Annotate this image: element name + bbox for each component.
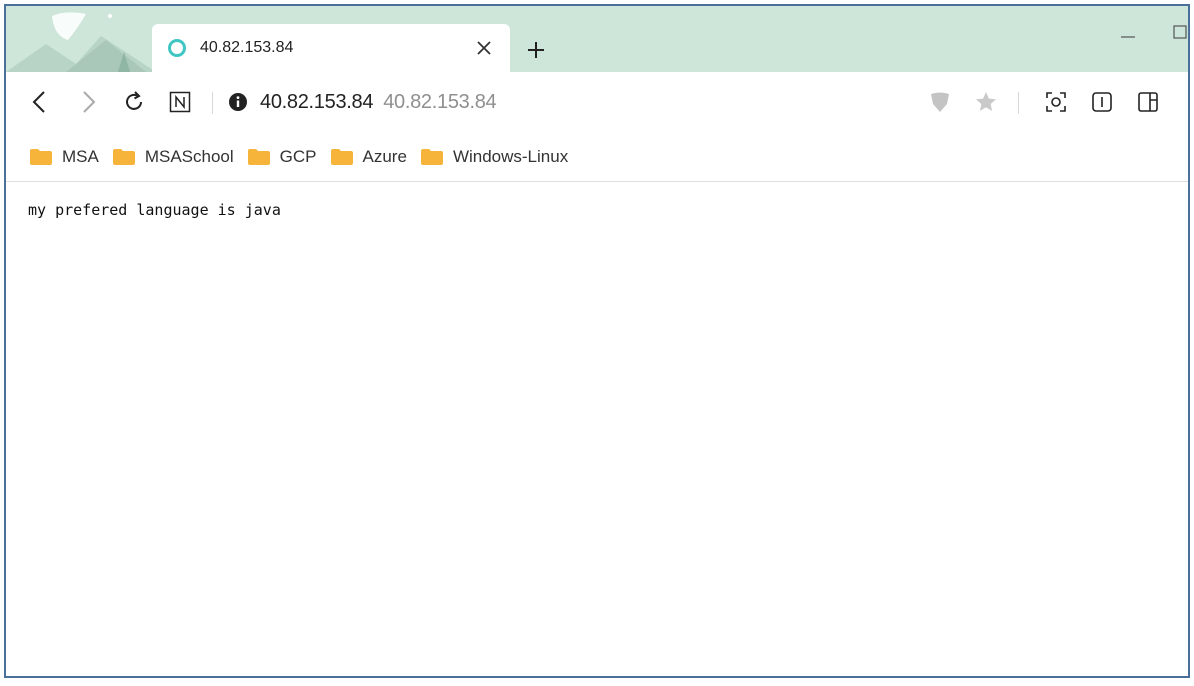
circle-outline-icon	[168, 39, 186, 57]
folder-icon	[420, 148, 443, 165]
minimize-icon	[1121, 36, 1135, 38]
text-cursor-icon	[1092, 92, 1112, 112]
bookmark-folder-gcp[interactable]: GCP	[247, 142, 317, 172]
tab-close-button[interactable]	[470, 34, 498, 62]
forward-button[interactable]	[72, 86, 104, 118]
browser-logo-decoration	[6, 12, 156, 72]
reader-button[interactable]	[1086, 86, 1118, 118]
toolbar-separator	[1018, 92, 1019, 114]
bookmark-folder-msaschool[interactable]: MSASchool	[112, 142, 234, 172]
folder-icon	[30, 148, 52, 165]
tab-title: 40.82.153.84	[200, 39, 294, 56]
plus-icon	[528, 42, 544, 58]
reload-button[interactable]	[118, 86, 150, 118]
notes-button[interactable]	[164, 86, 196, 118]
star-icon	[976, 92, 996, 111]
close-icon	[477, 41, 491, 55]
toolbar-separator	[212, 92, 213, 114]
page-content: my prefered language is java	[6, 183, 1188, 676]
screen-capture-icon	[1046, 92, 1066, 112]
info-icon	[229, 93, 247, 111]
chevron-right-icon	[83, 91, 96, 113]
bookmark-folder-azure[interactable]: Azure	[330, 142, 407, 172]
shield-button[interactable]	[924, 86, 956, 118]
address-bar[interactable]: 40.82.153.84 40.82.153.84	[228, 86, 918, 118]
capture-button[interactable]	[1040, 86, 1072, 118]
sidebar-icon	[1138, 92, 1158, 112]
folder-icon	[247, 148, 270, 165]
sidebar-toggle-button[interactable]	[1132, 86, 1164, 118]
tab-strip: 40.82.153.84	[6, 6, 1188, 72]
folder-icon	[330, 148, 353, 165]
active-tab[interactable]: 40.82.153.84	[152, 24, 510, 72]
bookmark-star-button[interactable]	[970, 86, 1002, 118]
bookmarks-bar: MSA MSASchool GCP Azure Windows-Linux	[6, 132, 1188, 182]
maximize-button[interactable]	[1166, 18, 1188, 46]
bookmark-label: GCP	[279, 146, 317, 166]
address-host: 40.82.153.84	[260, 90, 374, 113]
bookmark-label: MSA	[62, 146, 99, 166]
bookmark-label: MSASchool	[144, 146, 234, 166]
reload-icon	[126, 91, 142, 110]
page-body-text: my prefered language is java	[28, 201, 281, 219]
bookmark-label: Windows-Linux	[452, 146, 569, 166]
chevron-left-icon	[32, 91, 45, 113]
bookmark-folder-windows-linux[interactable]: Windows-Linux	[420, 142, 569, 172]
maximize-icon	[1173, 25, 1187, 39]
n-box-icon	[169, 91, 191, 113]
navigation-toolbar: 40.82.153.84 40.82.153.84	[6, 72, 1188, 132]
address-path: 40.82.153.84	[383, 90, 497, 113]
folder-icon	[112, 148, 135, 165]
shield-icon	[931, 92, 949, 112]
back-button[interactable]	[24, 86, 56, 118]
minimize-button[interactable]	[1114, 18, 1142, 46]
bookmark-folder-msa[interactable]: MSA	[30, 142, 99, 172]
new-tab-button[interactable]	[522, 36, 550, 64]
browser-window: 40.82.153.84 40.82.153.84 40.82.153.84 M…	[4, 4, 1190, 678]
bookmark-label: Azure	[362, 146, 407, 166]
